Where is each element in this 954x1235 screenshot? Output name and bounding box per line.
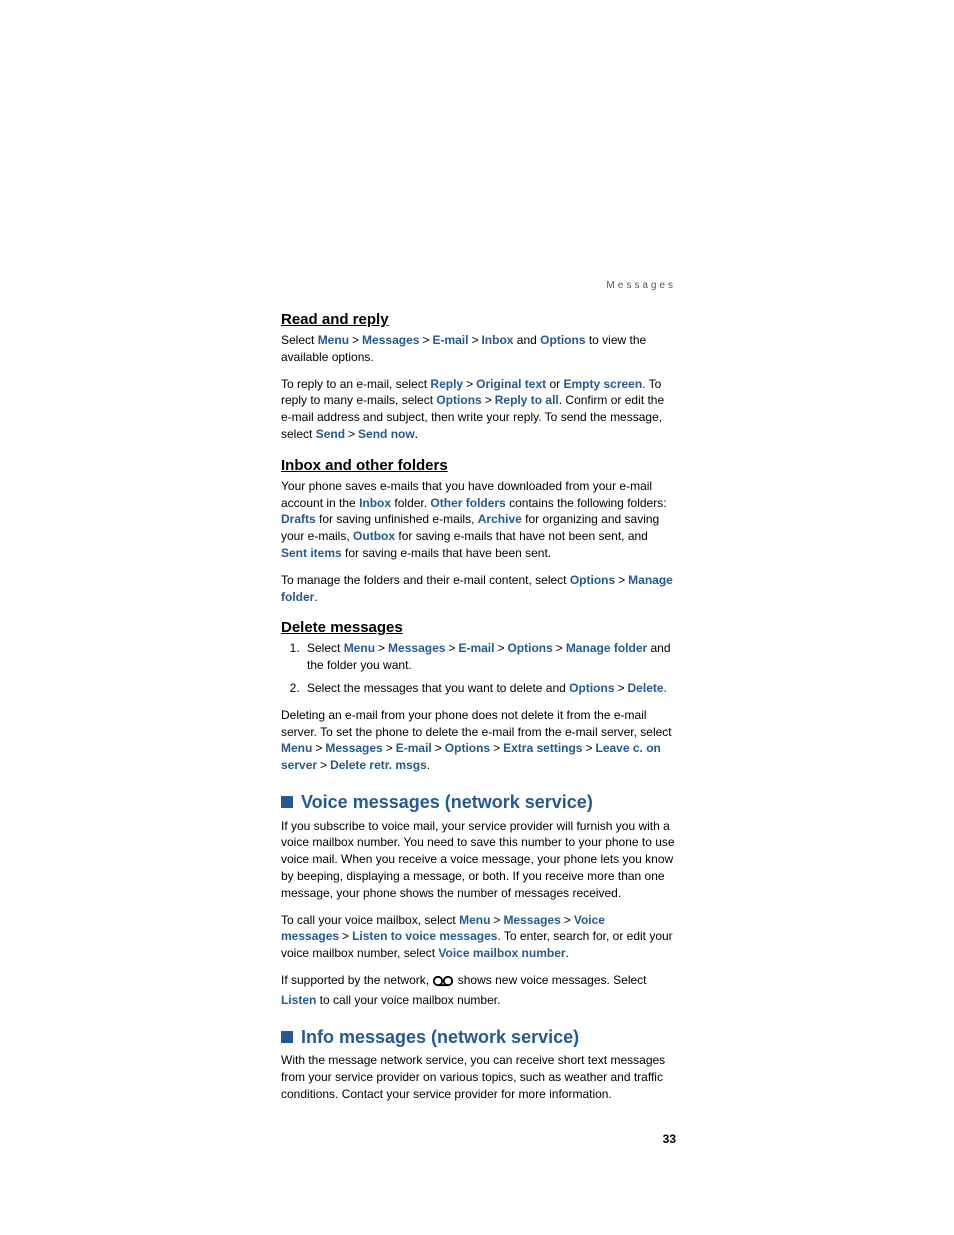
heading-voice-messages: Voice messages (network service) xyxy=(281,792,676,814)
ui-term: Messages xyxy=(503,913,560,927)
ui-term: Inbox xyxy=(359,496,391,510)
ui-term: Options xyxy=(570,573,615,587)
ui-term: Messages xyxy=(325,741,382,755)
ui-term: Menu xyxy=(459,913,490,927)
ui-term: Options xyxy=(436,393,481,407)
ordered-list: Select Menu>Messages>E-mail>Options>Mana… xyxy=(281,640,676,696)
ui-term: Manage folder xyxy=(566,641,647,655)
ui-term: Send xyxy=(316,427,345,441)
ui-term: Outbox xyxy=(353,529,395,543)
ui-term: Options xyxy=(540,333,585,347)
ui-term: E-mail xyxy=(432,333,468,347)
section-bullet-icon xyxy=(281,796,293,808)
ui-term: E-mail xyxy=(396,741,432,755)
ui-term: Sent items xyxy=(281,546,342,560)
ui-term: Menu xyxy=(344,641,375,655)
voicemail-icon xyxy=(432,975,454,992)
page-number: 33 xyxy=(281,1132,676,1146)
heading-info-messages: Info messages (network service) xyxy=(281,1027,676,1049)
ui-term: Messages xyxy=(362,333,419,347)
heading-inbox-folders: Inbox and other folders xyxy=(281,457,676,474)
ui-term: Options xyxy=(445,741,490,755)
section-bullet-icon xyxy=(281,1031,293,1043)
ui-term: Inbox xyxy=(481,333,513,347)
paragraph: With the message network service, you ca… xyxy=(281,1052,676,1102)
heading-read-and-reply: Read and reply xyxy=(281,311,676,328)
ui-term: Menu xyxy=(318,333,349,347)
ui-term: Options xyxy=(507,641,552,655)
ui-term: Options xyxy=(569,681,614,695)
ui-term: Voice mailbox number xyxy=(438,946,565,960)
ui-term: Messages xyxy=(388,641,445,655)
paragraph: To manage the folders and their e-mail c… xyxy=(281,572,676,606)
ui-term: Menu xyxy=(281,741,312,755)
paragraph: Your phone saves e-mails that you have d… xyxy=(281,478,676,562)
ui-term: Listen xyxy=(281,993,316,1007)
ui-term: Empty screen xyxy=(563,377,642,391)
ui-term: Extra settings xyxy=(503,741,582,755)
paragraph: To reply to an e-mail, select Reply>Orig… xyxy=(281,376,676,443)
ui-term: Other folders xyxy=(430,496,505,510)
list-item: Select the messages that you want to del… xyxy=(303,680,676,697)
list-item: Select Menu>Messages>E-mail>Options>Mana… xyxy=(303,640,676,674)
paragraph: If supported by the network, shows new v… xyxy=(281,972,676,1009)
ui-term: Original text xyxy=(476,377,546,391)
ui-term: Send now xyxy=(358,427,415,441)
ui-term: Reply to all xyxy=(495,393,559,407)
ui-term: Delete retr. msgs xyxy=(330,758,427,772)
ui-term: Listen to voice messages xyxy=(352,929,497,943)
ui-term: Archive xyxy=(478,512,522,526)
paragraph: Select Menu>Messages>E-mail>Inbox and Op… xyxy=(281,332,676,366)
ui-term: Drafts xyxy=(281,512,316,526)
ui-term: Delete xyxy=(628,681,664,695)
document-page: Messages Read and reply Select Menu>Mess… xyxy=(0,0,954,1206)
paragraph: To call your voice mailbox, select Menu>… xyxy=(281,912,676,962)
running-header: Messages xyxy=(281,280,676,291)
ui-term: Reply xyxy=(430,377,463,391)
heading-delete-messages: Delete messages xyxy=(281,619,676,636)
paragraph: Deleting an e-mail from your phone does … xyxy=(281,707,676,774)
ui-term: E-mail xyxy=(458,641,494,655)
paragraph: If you subscribe to voice mail, your ser… xyxy=(281,818,676,902)
